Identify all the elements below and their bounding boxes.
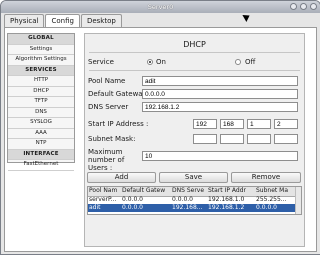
tab-bar: Physical Config Desktop bbox=[4, 14, 123, 28]
column-header[interactable]: Subnet Ma bbox=[256, 187, 294, 195]
sidebar-header-interface: INTERFACE bbox=[8, 149, 74, 160]
window-title: Server0 bbox=[147, 3, 174, 11]
sidebar-item-dhcp[interactable]: DHCP bbox=[8, 87, 74, 97]
start-ip-octet-2[interactable] bbox=[220, 119, 244, 129]
dns-server-input[interactable] bbox=[142, 102, 298, 112]
sidebar-item-syslog[interactable]: SYSLOG bbox=[8, 118, 74, 129]
service-off-radio[interactable] bbox=[235, 59, 241, 65]
table-row[interactable]: serverP... 0.0.0.0 0.0.0.0 192.168.1.0 2… bbox=[88, 196, 295, 204]
sidebar-item-ntp[interactable]: NTP bbox=[8, 139, 74, 150]
dns-server-label: DNS Server bbox=[88, 103, 129, 111]
column-header[interactable]: Pool Nam bbox=[89, 187, 121, 195]
default-gateway-input[interactable] bbox=[142, 89, 298, 99]
divider bbox=[89, 70, 300, 71]
subnet-mask-label: Subnet Mask: bbox=[88, 135, 136, 143]
maximize-button[interactable] bbox=[300, 3, 307, 10]
add-button[interactable]: Add bbox=[87, 172, 156, 183]
sidebar-item-tftp[interactable]: TFTP bbox=[8, 97, 74, 108]
start-ip-octet-3[interactable] bbox=[247, 119, 271, 129]
sidebar-item-fastethernet[interactable]: FastEthernet bbox=[8, 160, 74, 171]
subnet-octet-4[interactable] bbox=[274, 134, 298, 144]
subnet-octet-2[interactable] bbox=[220, 134, 244, 144]
start-ip-label: Start IP Address : bbox=[88, 120, 149, 128]
dhcp-title: DHCP bbox=[183, 40, 206, 49]
title-bar: Server0 bbox=[1, 1, 320, 13]
service-off-label: Off bbox=[245, 58, 256, 66]
service-label: Service bbox=[88, 58, 114, 66]
config-sidebar: GLOBAL Settings Algorithm Settings SERVI… bbox=[7, 33, 75, 171]
sidebar-header-global: GLOBAL bbox=[8, 34, 74, 45]
service-on-label: On bbox=[156, 58, 166, 66]
minimize-button[interactable] bbox=[290, 3, 297, 10]
mouse-cursor-icon bbox=[242, 12, 252, 22]
column-header[interactable]: Default Gatew bbox=[122, 187, 171, 195]
tab-desktop[interactable]: Desktop bbox=[80, 14, 122, 27]
divider bbox=[89, 52, 300, 53]
service-on-radio[interactable] bbox=[147, 59, 153, 65]
server-window: Server0 Physical Config Desktop GLOBAL S… bbox=[0, 0, 320, 255]
close-button[interactable] bbox=[310, 3, 317, 10]
save-button[interactable]: Save bbox=[159, 172, 228, 183]
subnet-octet-1[interactable] bbox=[193, 134, 217, 144]
pool-name-input[interactable] bbox=[142, 76, 298, 86]
subnet-octet-3[interactable] bbox=[247, 134, 271, 144]
dhcp-panel: DHCP Service On Off Pool Name Default Ga… bbox=[84, 33, 305, 247]
pool-name-label: Pool Name bbox=[88, 77, 126, 85]
table-row-selected[interactable]: adit 0.0.0.0 192.168... 192.168.1.2 0.0.… bbox=[88, 204, 295, 212]
sidebar-item-algorithm-settings[interactable]: Algorithm Settings bbox=[8, 55, 74, 66]
sidebar-item-http[interactable]: HTTP bbox=[8, 76, 74, 87]
sidebar-item-dns[interactable]: DNS bbox=[8, 108, 74, 118]
table-scrollbar[interactable] bbox=[295, 187, 301, 214]
window-controls bbox=[290, 3, 317, 10]
tab-physical[interactable]: Physical bbox=[4, 14, 45, 27]
tab-config[interactable]: Config bbox=[45, 14, 80, 28]
max-users-label: Maximum number of Users : bbox=[88, 148, 125, 172]
pool-table: Pool Nam Default Gatew DNS Serve Start I… bbox=[87, 186, 302, 215]
default-gateway-label: Default Gateway bbox=[88, 90, 147, 98]
start-ip-octet-4[interactable] bbox=[274, 119, 298, 129]
sidebar-item-settings[interactable]: Settings bbox=[8, 45, 74, 55]
max-users-input[interactable] bbox=[142, 151, 298, 161]
column-header[interactable]: DNS Serve bbox=[172, 187, 207, 195]
column-header[interactable]: Start IP Addr bbox=[208, 187, 255, 195]
start-ip-octet-1[interactable] bbox=[193, 119, 217, 129]
remove-button[interactable]: Remove bbox=[231, 172, 301, 183]
sidebar-header-services: SERVICES bbox=[8, 65, 74, 76]
sidebar-item-aaa[interactable]: AAA bbox=[8, 129, 74, 139]
